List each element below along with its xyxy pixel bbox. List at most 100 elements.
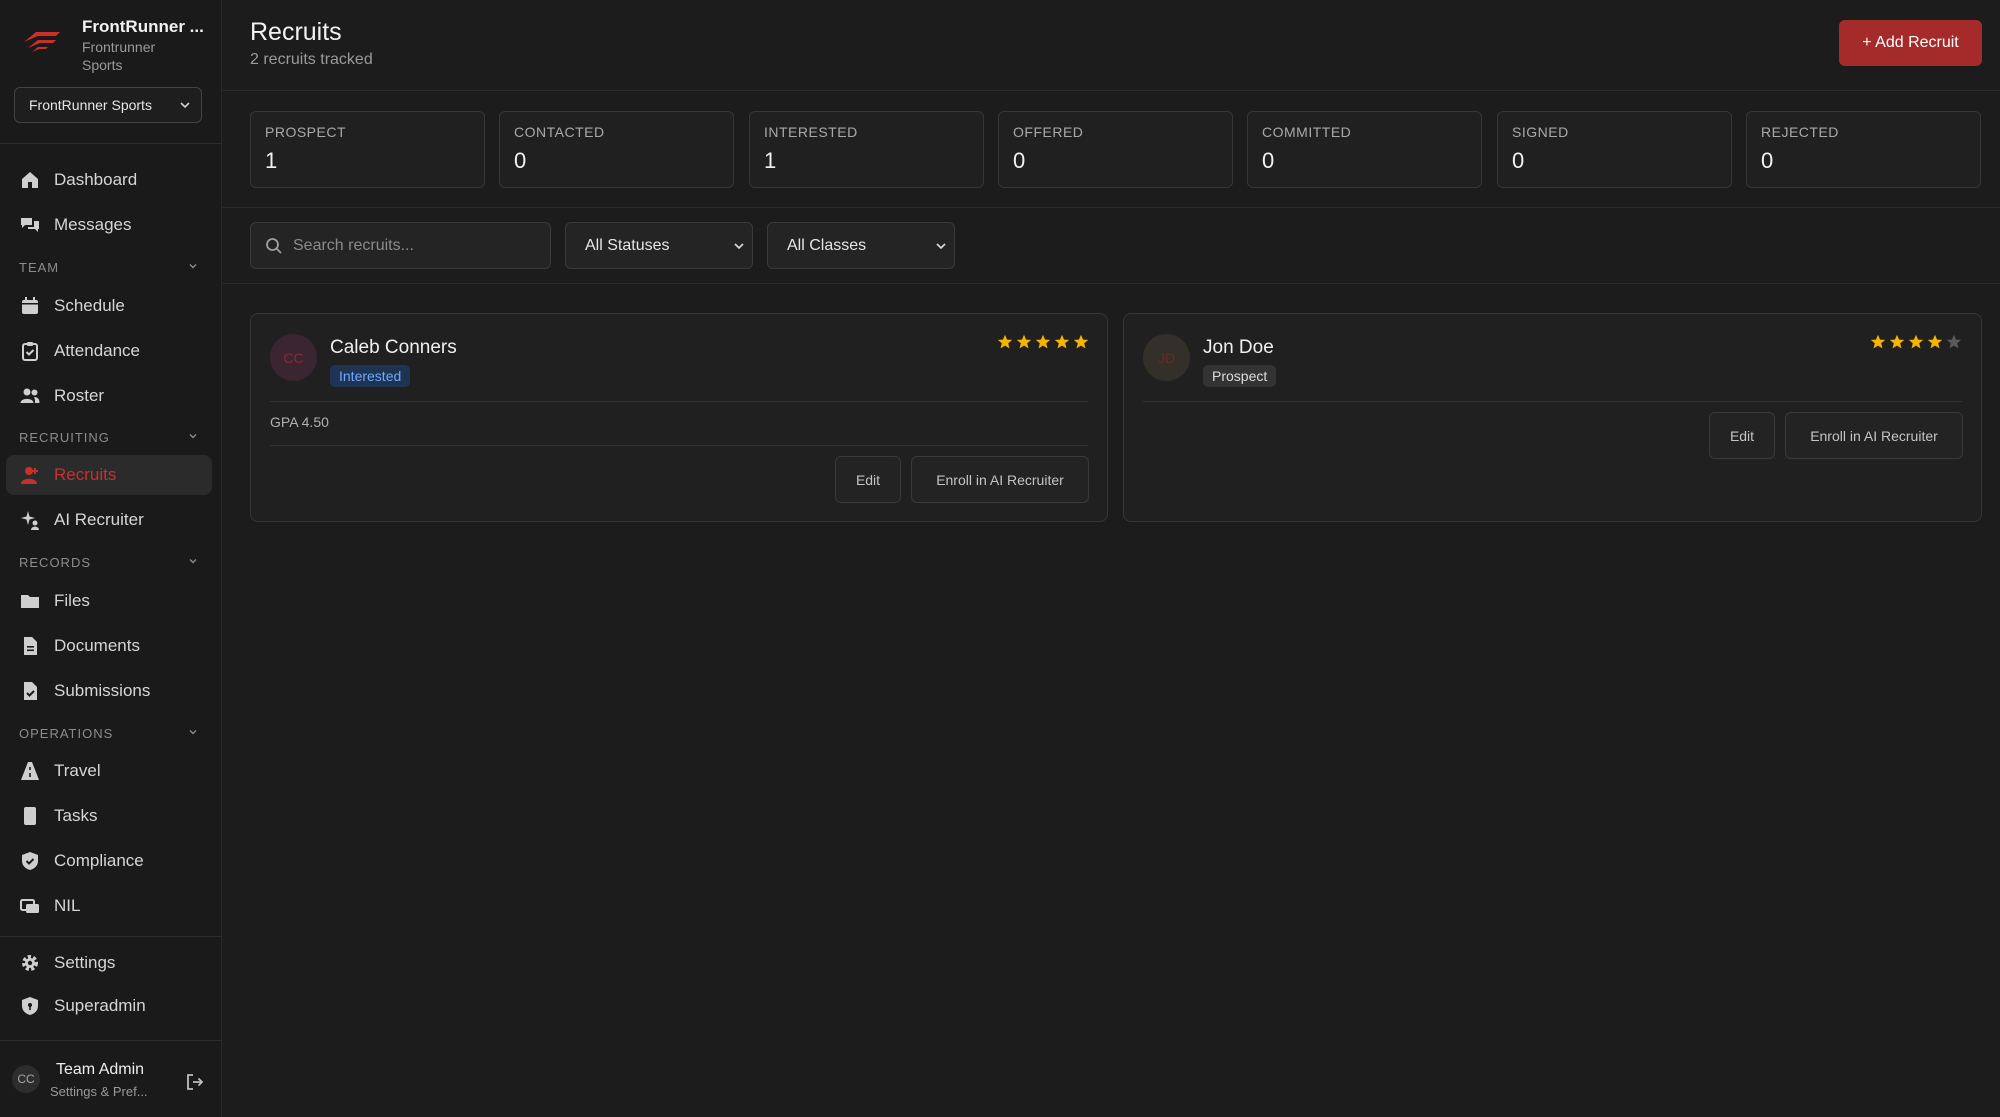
stat-value: 1: [265, 148, 278, 173]
sidebar-item-documents[interactable]: Documents: [6, 626, 212, 666]
chevron-down-icon: [180, 102, 190, 109]
stat-label: CONTACTED: [514, 124, 605, 140]
sidebar-item-label: Settings: [54, 953, 116, 972]
search-placeholder: Search recruits...: [293, 237, 414, 254]
calendar-icon: [20, 296, 40, 316]
sidebar-divider: [0, 936, 222, 937]
stat-card-contacted: CONTACTED 0: [499, 111, 734, 188]
star-filled-icon: [1035, 334, 1051, 349]
sidebar-item-files[interactable]: Files: [6, 581, 212, 621]
star-filled-icon: [1870, 334, 1886, 349]
status-badge: Prospect: [1203, 365, 1277, 387]
sidebar-item-label: Submissions: [54, 681, 151, 700]
chevron-down-icon: [189, 264, 197, 269]
stat-card-rejected: REJECTED 0: [1746, 111, 1981, 188]
sidebar-item-label: Attendance: [54, 341, 141, 360]
sparkle-user-icon: [20, 510, 40, 530]
sidebar-item-label: Messages: [54, 215, 132, 234]
gear-icon: [20, 953, 40, 973]
section-header-recruiting[interactable]: RECRUITING: [19, 430, 199, 445]
sidebar-item-label: Superadmin: [54, 996, 146, 1015]
user-profile[interactable]: CC Team Admin Settings & Pref...: [0, 1040, 222, 1117]
sidebar-item-label: Recruits: [54, 465, 117, 484]
sidebar-item-recruits[interactable]: Recruits: [6, 455, 212, 495]
star-filled-icon: [997, 334, 1013, 349]
stat-card-committed: COMMITTED 0: [1247, 111, 1482, 188]
star-filled-icon: [1073, 334, 1089, 349]
card-divider: [1143, 401, 1962, 402]
section-header-operations[interactable]: OPERATIONS: [19, 726, 199, 741]
stat-value: 0: [1262, 148, 1275, 173]
recruit-card[interactable]: JD Jon Doe Prospect Edit Enroll in AI Re…: [1123, 313, 1982, 522]
sidebar-item-submissions[interactable]: Submissions: [6, 671, 212, 711]
sidebar-item-schedule[interactable]: Schedule: [6, 286, 212, 326]
sidebar-item-label: AI Recruiter: [54, 510, 144, 529]
sidebar-item-messages[interactable]: Messages: [6, 205, 212, 245]
sidebar-item-settings[interactable]: Settings: [6, 943, 212, 983]
section-header-label: OPERATIONS: [19, 726, 114, 741]
recruit-card[interactable]: CC Caleb Conners Interested GPA 4.50 Edi…: [250, 313, 1108, 522]
card-divider: [270, 445, 1088, 446]
sidebar-item-nil[interactable]: NIL: [6, 886, 212, 926]
sidebar-item-tasks[interactable]: Tasks: [6, 796, 212, 836]
edit-button[interactable]: Edit: [835, 456, 901, 503]
class-filter-select[interactable]: All Classes: [767, 222, 955, 269]
brand-subtitle: Frontrunner Sports: [82, 39, 156, 73]
organization-select-label: FrontRunner Sports: [29, 97, 152, 113]
rating-stars: [1870, 334, 1962, 350]
logout-icon[interactable]: [186, 1073, 204, 1091]
sidebar-item-label: Roster: [54, 386, 105, 405]
star-filled-icon: [1889, 334, 1905, 349]
sidebar-item-compliance[interactable]: Compliance: [6, 841, 212, 881]
card-divider: [270, 401, 1088, 402]
sidebar-item-label: Compliance: [54, 851, 144, 870]
section-header-team[interactable]: TEAM: [19, 260, 199, 275]
sidebar-item-label: Documents: [54, 636, 140, 655]
star-filled-icon: [1908, 334, 1924, 349]
avatar: JD: [1143, 334, 1190, 381]
recruit-name[interactable]: Caleb Conners: [330, 337, 457, 359]
avatar: CC: [12, 1065, 40, 1093]
stat-label: OFFERED: [1013, 124, 1084, 140]
task-icon: [20, 806, 40, 826]
stat-value: 0: [514, 148, 527, 173]
sidebar-item-travel[interactable]: Travel: [6, 751, 212, 791]
section-header-records[interactable]: RECORDS: [19, 555, 199, 570]
stat-value: 0: [1512, 148, 1525, 173]
class-filter-label: All Classes: [787, 237, 867, 254]
main-content: Recruits 2 recruits tracked + Add Recrui…: [222, 0, 2000, 1117]
sidebar-item-label: NIL: [54, 896, 81, 915]
star-filled-icon: [1016, 334, 1032, 349]
organization-select[interactable]: FrontRunner Sports: [14, 87, 202, 123]
money-icon: [20, 896, 40, 916]
enroll-ai-recruiter-button[interactable]: Enroll in AI Recruiter: [1785, 412, 1963, 459]
recruit-name[interactable]: Jon Doe: [1203, 337, 1274, 359]
stat-label: INTERESTED: [764, 124, 858, 140]
sidebar-item-label: Dashboard: [54, 170, 138, 189]
user-plus-icon: [20, 465, 40, 485]
section-header-label: TEAM: [19, 260, 60, 275]
stat-label: PROSPECT: [265, 124, 347, 140]
chevron-down-icon: [189, 559, 197, 564]
brand-name: FrontRunner ...: [82, 17, 204, 36]
status-filter-select[interactable]: All Statuses: [565, 222, 753, 269]
file-check-icon: [20, 681, 40, 701]
search-input[interactable]: Search recruits...: [250, 222, 551, 269]
sidebar-item-roster[interactable]: Roster: [6, 376, 212, 416]
sidebar-item-attendance[interactable]: Attendance: [6, 331, 212, 371]
edit-button[interactable]: Edit: [1709, 412, 1775, 459]
enroll-ai-recruiter-button[interactable]: Enroll in AI Recruiter: [911, 456, 1089, 503]
users-icon: [20, 386, 40, 406]
sidebar-divider: [0, 143, 222, 144]
stat-card-prospect: PROSPECT 1: [250, 111, 485, 188]
user-settings-link[interactable]: Settings & Pref...: [50, 1084, 148, 1099]
brand: FrontRunner ... Frontrunner Sports: [0, 0, 222, 80]
add-recruit-button[interactable]: + Add Recruit: [1839, 20, 1982, 66]
sidebar-item-ai-recruiter[interactable]: AI Recruiter: [6, 500, 212, 540]
document-icon: [20, 636, 40, 656]
sidebar-item-dashboard[interactable]: Dashboard: [6, 160, 212, 200]
star-empty-icon: [1946, 334, 1962, 349]
sidebar-item-superadmin[interactable]: Superadmin: [6, 986, 212, 1026]
page-subtitle: 2 recruits tracked: [250, 51, 373, 68]
stat-value: 0: [1761, 148, 1774, 173]
